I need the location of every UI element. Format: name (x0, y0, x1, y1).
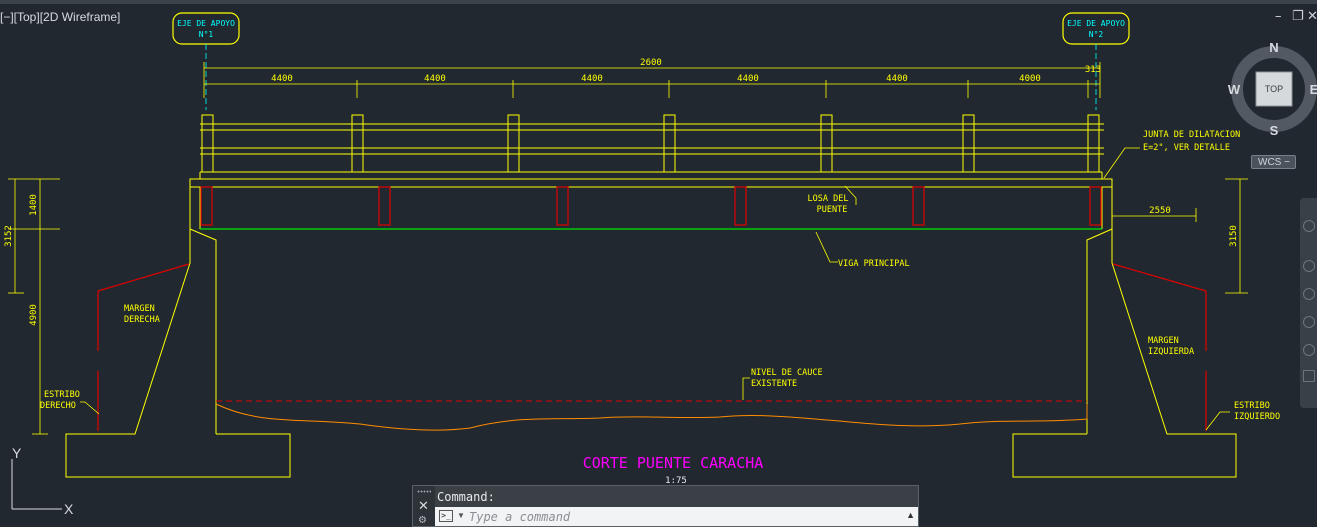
label-estribo-der-line1: ESTRIBO (44, 390, 80, 400)
navigation-bar[interactable] (1300, 198, 1317, 408)
dim-right-vertical: 3150 (1229, 225, 1239, 247)
label-losa-line2: PUENTE (817, 205, 848, 215)
wrench-icon[interactable]: ⚙ (418, 515, 427, 526)
viewcube-north[interactable]: N (1269, 40, 1278, 55)
chevron-up-icon[interactable]: ▲ (906, 510, 915, 520)
orbit-icon[interactable] (1303, 316, 1315, 328)
label-margen-izq-line1: MARGEN (1148, 336, 1179, 346)
command-input-row[interactable]: >_ ▼ ▲ (435, 507, 918, 526)
drawing-title: CORTE PUENTE CARACHA (583, 454, 764, 472)
label-nivel-line1: NIVEL DE CAUCE (751, 368, 823, 378)
command-input[interactable] (469, 508, 889, 525)
steering-wheel-icon[interactable] (1303, 220, 1315, 232)
dim-right-horizontal: 2550 (1149, 206, 1171, 216)
label-margen-der-line1: MARGEN (124, 304, 155, 314)
axis-tag-left-line2: N°1 (199, 30, 214, 39)
chevron-down-icon[interactable]: ▼ (457, 511, 465, 520)
wcs-menu[interactable]: WCS − (1251, 155, 1296, 169)
diaphragms (200, 186, 1102, 226)
label-estribo-izq-line2: IZQUIERDO (1234, 412, 1280, 422)
dim-left-upper: 1400 (29, 194, 39, 216)
axis-tag-right: EJE DE APOYO N°2 (1062, 12, 1130, 45)
showmotion-icon[interactable] (1303, 344, 1315, 356)
axis-tag-left: EJE DE APOYO N°1 (172, 12, 240, 45)
axis-tag-left-line1: EJE DE APOYO (177, 19, 235, 28)
dim-left-total: 3152 (4, 225, 14, 247)
dim-span-6: 4000 (1019, 74, 1041, 84)
dim-span-7: 313 (1085, 65, 1101, 75)
command-prompt-icon[interactable]: >_ (439, 510, 453, 522)
dim-total: 2600 (640, 58, 662, 68)
label-estribo-der-line2: DERECHO (40, 401, 76, 411)
ucs-icon: Y X (11, 447, 74, 517)
axis-tag-right-line2: N°2 (1089, 30, 1104, 39)
viewcube[interactable]: TOP N S W E (1228, 40, 1317, 138)
close-icon[interactable]: ✕ (418, 499, 429, 514)
viewcube-west[interactable]: W (1228, 82, 1241, 97)
leader-lines (80, 147, 1230, 431)
dim-span-3: 4400 (581, 74, 603, 84)
viewcube-face-top[interactable]: TOP (1265, 84, 1283, 94)
margin-lines (97, 263, 1207, 434)
abutment-right (1012, 179, 1237, 478)
viewport-play-icon[interactable] (1303, 370, 1315, 382)
label-estribo-izq-line1: ESTRIBO (1234, 401, 1270, 411)
dim-span-1: 4400 (271, 74, 293, 84)
label-losa-line1: LOSA DEL (808, 194, 849, 204)
command-history: Command: (437, 490, 495, 504)
label-viga: VIGA PRINCIPAL (838, 259, 910, 269)
zoom-icon[interactable] (1303, 288, 1315, 300)
ucs-x-label: X (64, 501, 74, 517)
terrain-profile (215, 403, 1088, 431)
label-nivel-line2: EXISTENTE (751, 379, 797, 389)
railing (200, 114, 1104, 173)
dimension-lines-right (1112, 178, 1248, 294)
abutment-left (65, 179, 291, 478)
label-margen-der-line2: DERECHA (124, 315, 160, 325)
dim-left-lower: 4900 (29, 304, 39, 326)
command-line-grip[interactable]: ✕ ⚙ (413, 486, 435, 526)
axis-tag-right-line1: EJE DE APOYO (1067, 19, 1125, 28)
pan-icon[interactable] (1303, 260, 1315, 272)
viewcube-east[interactable]: E (1310, 82, 1317, 97)
viewcube-south[interactable]: S (1270, 123, 1279, 138)
label-margen-izq-line2: IZQUIERDA (1148, 347, 1194, 357)
deck-slab (189, 171, 1113, 229)
ucs-y-label: Y (12, 447, 22, 461)
dim-span-4: 4400 (737, 74, 759, 84)
command-line[interactable]: ✕ ⚙ Command: >_ ▼ ▲ (412, 485, 919, 527)
dim-span-2: 4400 (424, 74, 446, 84)
label-junta-line2: E=2", VER DETALLE (1143, 143, 1230, 153)
drawing-viewport[interactable]: [−][Top][2D Wireframe] – ❐ ✕ EJE DE APOY… (0, 0, 1317, 527)
bridge-section-drawing: EJE DE APOYO N°1 EJE DE APOYO N°2 2600 4… (4, 12, 1317, 486)
label-junta-line1: JUNTA DE DILATACION (1143, 130, 1240, 140)
dim-span-5: 4400 (886, 74, 908, 84)
